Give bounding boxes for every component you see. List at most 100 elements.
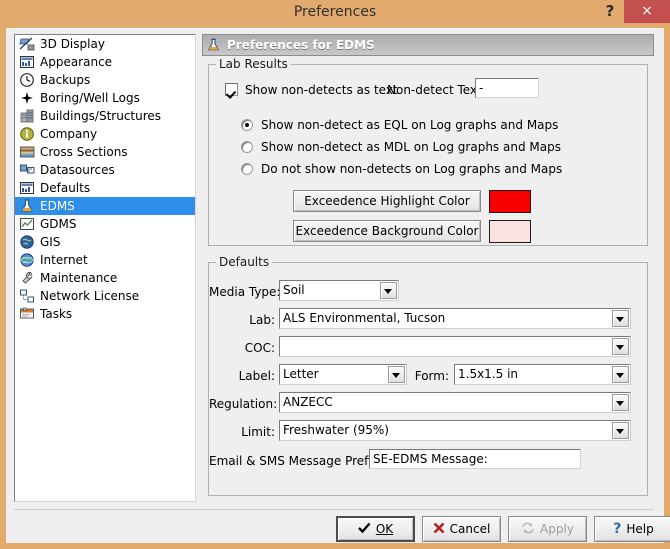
media-type-combobox[interactable]: Soil (279, 280, 399, 301)
appearance-icon (19, 54, 36, 70)
defaults-group-title: Defaults (216, 256, 273, 268)
chevron-down-icon[interactable] (388, 366, 405, 383)
sidebar-item-buildings-structures[interactable]: Buildings/Structures (15, 107, 195, 125)
sidebar-item-appearance[interactable]: Appearance (15, 53, 195, 71)
close-x-icon (433, 522, 445, 537)
form-combobox[interactable]: 1.5x1.5 in (454, 364, 631, 385)
defaults-group: Defaults Media Type: Soil Lab: ALS Envir… (208, 256, 648, 496)
panel-header-title: Preferences for EDMS (227, 38, 375, 52)
buildings-structures-icon (19, 108, 36, 124)
sidebar-item-gis[interactable]: GIS (15, 233, 195, 251)
sidebar-item-tasks[interactable]: Tasks (15, 305, 195, 323)
close-icon[interactable]: × (624, 0, 670, 23)
gis-globe-icon (19, 234, 36, 250)
message-prefix-label: Email & SMS Message Prefix: (209, 454, 383, 468)
sidebar-item-label: Company (40, 127, 98, 141)
sidebar-item-internet[interactable]: Internet (15, 251, 195, 269)
chevron-down-icon[interactable] (612, 394, 629, 411)
cancel-button-label: Cancel (449, 522, 491, 536)
apply-button[interactable]: Apply (508, 516, 587, 542)
label-combobox[interactable]: Letter (279, 364, 407, 385)
sidebar-item-datasources[interactable]: Datasources (15, 161, 195, 179)
exceedence-background-color-button[interactable]: Exceedence Background Color (293, 220, 481, 242)
sidebar-item-3d-display[interactable]: 3D Display (15, 35, 195, 53)
sidebar-item-company[interactable]: Company (15, 125, 195, 143)
limit-combobox[interactable]: Freshwater (95%) (279, 420, 631, 441)
lab-results-group-title: Lab Results (216, 58, 291, 70)
chevron-down-icon[interactable] (612, 366, 629, 383)
coc-label: COC: (244, 341, 275, 355)
lab-combobox[interactable]: ALS Environmental, Tucson (279, 308, 631, 329)
radio-show-eql[interactable] (241, 119, 253, 131)
sidebar-item-edms[interactable]: EDMS (15, 197, 195, 215)
3d-display-icon (19, 36, 36, 52)
preferences-category-list[interactable]: 3D Display Appearance Backups Boring/Wel… (14, 34, 196, 502)
lab-value: ALS Environmental, Tucson (283, 311, 446, 325)
question-mark-icon: ? (613, 521, 622, 537)
maintenance-wrench-icon (19, 270, 36, 286)
gdms-chart-icon (19, 216, 36, 232)
exceedence-highlight-color-button[interactable]: Exceedence Highlight Color (293, 190, 481, 212)
cross-sections-icon (19, 144, 36, 160)
radio-show-eql-label: Show non-detect as EQL on Log graphs and… (261, 118, 559, 132)
coc-combobox[interactable] (279, 336, 631, 357)
radio-do-not-show[interactable] (241, 163, 253, 175)
sidebar-item-network-license[interactable]: Network License (15, 287, 195, 305)
lab-label: Lab: (249, 313, 275, 327)
sidebar-item-label: GDMS (40, 217, 77, 231)
sidebar-item-label: 3D Display (40, 37, 105, 51)
label-value: Letter (283, 367, 319, 381)
sidebar-item-label: Buildings/Structures (40, 109, 162, 123)
sidebar-item-label: Internet (40, 253, 88, 267)
limit-value: Freshwater (95%) (283, 423, 389, 437)
chevron-down-icon[interactable] (380, 282, 397, 299)
form-label: Form: (414, 369, 449, 383)
sidebar-item-gdms[interactable]: GDMS (15, 215, 195, 233)
media-type-label: Media Type: (209, 285, 281, 299)
exceedence-background-color-swatch[interactable] (489, 220, 531, 243)
defaults-icon (19, 180, 36, 196)
sidebar-item-label: Boring/Well Logs (40, 91, 140, 105)
chevron-down-icon[interactable] (612, 338, 629, 355)
backups-clock-icon (19, 72, 36, 88)
limit-label: Limit: (241, 425, 275, 439)
panel-header: Preferences for EDMS (202, 34, 654, 56)
radio-show-mdl[interactable] (241, 141, 253, 153)
message-prefix-input[interactable]: SE-EDMS Message: (369, 449, 581, 469)
sidebar-item-boring-well-logs[interactable]: Boring/Well Logs (15, 89, 195, 107)
sidebar-item-label: EDMS (40, 199, 75, 213)
regulation-label: Regulation: (209, 397, 278, 411)
sidebar-item-label: Cross Sections (40, 145, 128, 159)
ok-button[interactable]: OK (336, 516, 415, 542)
sidebar-item-label: Datasources (40, 163, 115, 177)
help-button[interactable]: ? Help (594, 516, 670, 542)
sidebar-item-defaults[interactable]: Defaults (15, 179, 195, 197)
help-button-label: Help (626, 522, 654, 536)
refresh-icon (521, 522, 535, 537)
sidebar-item-label: GIS (40, 235, 61, 249)
exceedence-highlight-color-swatch[interactable] (489, 190, 531, 213)
show-non-detects-as-text-checkbox[interactable] (225, 83, 238, 96)
internet-globe-icon (19, 252, 36, 268)
sidebar-item-label: Network License (40, 289, 140, 303)
sidebar-item-backups[interactable]: Backups (15, 71, 195, 89)
sidebar-item-cross-sections[interactable]: Cross Sections (15, 143, 195, 161)
lab-results-group: Lab Results Show non-detects as text Non… (208, 58, 648, 246)
chevron-down-icon[interactable] (612, 310, 629, 327)
regulation-combobox[interactable]: ANZECC (279, 392, 631, 413)
cancel-button[interactable]: Cancel (422, 516, 501, 542)
apply-button-label: Apply (540, 522, 574, 536)
ok-button-label: OK (375, 522, 394, 536)
edms-flask-icon (19, 198, 36, 214)
company-info-icon (19, 126, 36, 142)
form-value: 1.5x1.5 in (458, 367, 519, 381)
chevron-down-icon[interactable] (612, 422, 629, 439)
non-detect-text-input[interactable]: - (475, 78, 539, 98)
radio-do-not-show-label: Do not show non-detects on Log graphs an… (261, 162, 563, 176)
title-bar: Preferences ? × (0, 0, 670, 26)
sidebar-item-label: Appearance (40, 55, 113, 69)
radio-show-mdl-label: Show non-detect as MDL on Log graphs and… (261, 140, 561, 154)
tasks-icon (19, 306, 36, 322)
titlebar-help-icon[interactable]: ? (597, 0, 623, 24)
sidebar-item-maintenance[interactable]: Maintenance (15, 269, 195, 287)
